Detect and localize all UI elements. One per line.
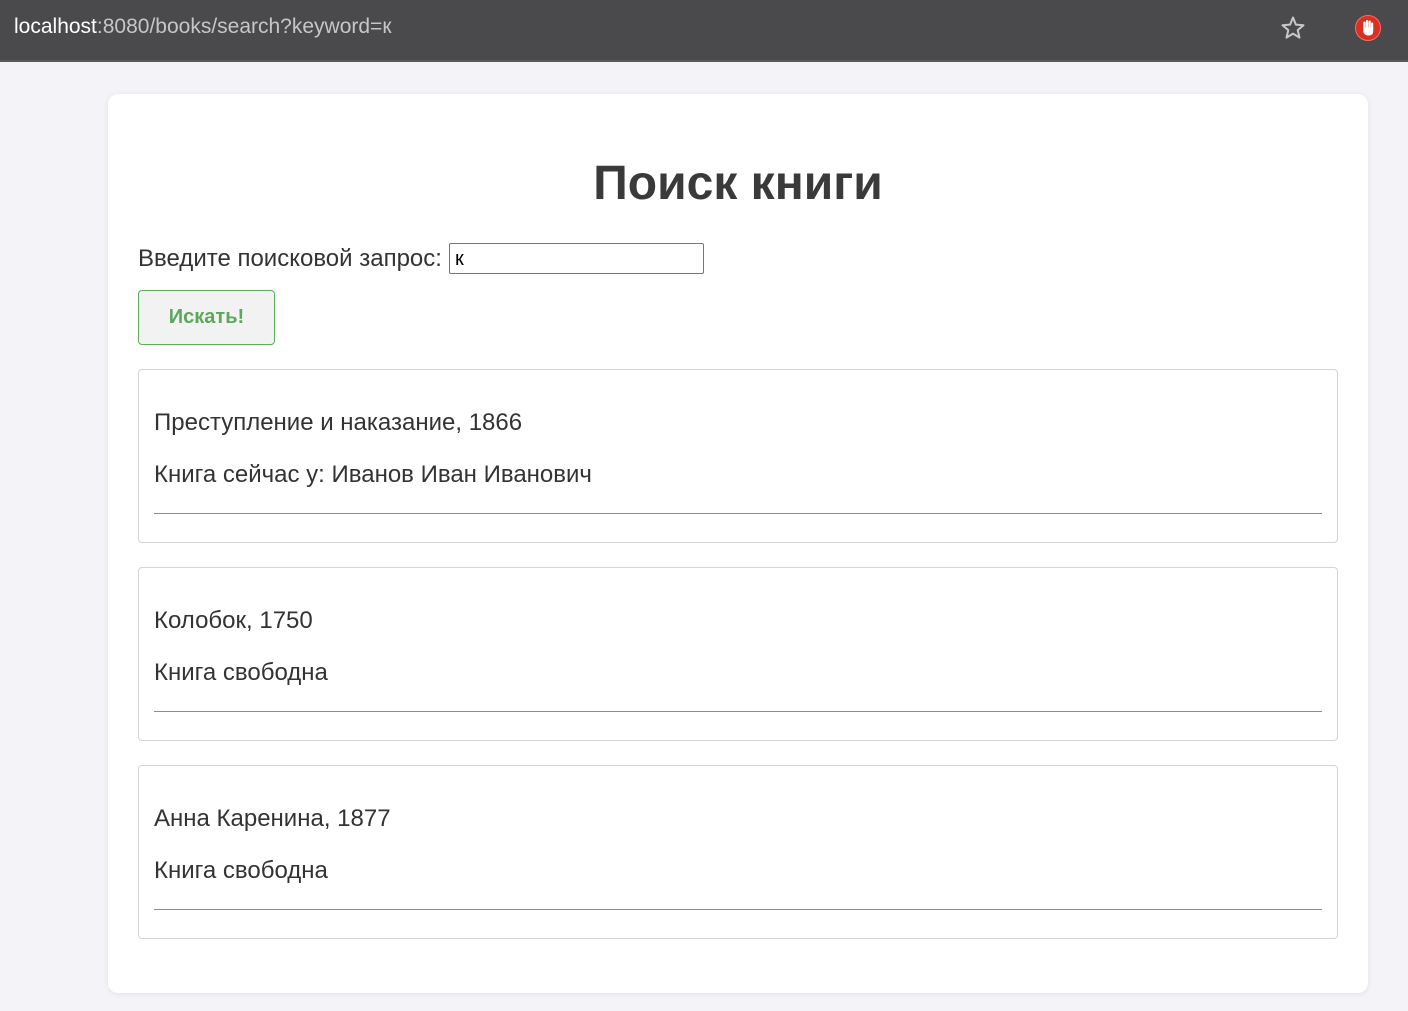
book-title: Колобок, 1750 (154, 607, 313, 634)
book-card: Колобок, 1750 Книга свободна (138, 567, 1338, 741)
book-status: Книга свободна (154, 857, 328, 884)
url-path: :8080/books/search?keyword=к (96, 15, 392, 38)
book-status: Книга свободна (154, 659, 328, 686)
hand-stop-icon[interactable] (1354, 14, 1382, 42)
search-card: Поиск книги Введите поисковой запрос: Ис… (108, 94, 1368, 993)
search-input[interactable] (449, 243, 704, 274)
divider (154, 909, 1322, 910)
book-card: Анна Каренина, 1877 Книга свободна (138, 765, 1338, 939)
results-list: Преступление и наказание, 1866 Книга сей… (138, 369, 1338, 963)
star-icon[interactable] (1279, 14, 1307, 42)
search-button[interactable]: Искать! (138, 290, 275, 345)
book-status: Книга сейчас у: Иванов Иван Иванович (154, 461, 592, 488)
divider (154, 513, 1322, 514)
divider (154, 711, 1322, 712)
search-label: Введите поисковой запрос: (138, 245, 442, 272)
book-title: Преступление и наказание, 1866 (154, 409, 523, 436)
book-title: Анна Каренина, 1877 (154, 805, 391, 832)
page-title: Поиск книги (593, 157, 883, 210)
address-bar[interactable]: localhost:8080/books/search?keyword=к (14, 15, 392, 39)
book-card: Преступление и наказание, 1866 Книга сей… (138, 369, 1338, 543)
url-host: localhost (14, 15, 97, 38)
browser-toolbar: localhost:8080/books/search?keyword=к (0, 0, 1408, 62)
